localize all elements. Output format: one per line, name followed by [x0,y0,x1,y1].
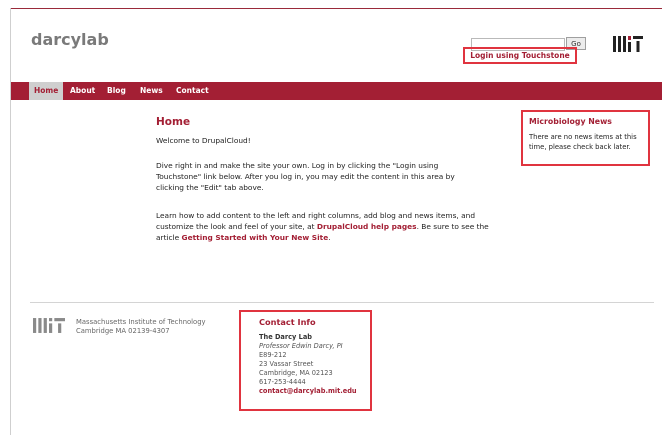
contact-email-link[interactable]: contact@darcylab.mit.edu [259,387,370,396]
help-pages-link[interactable]: DrupalCloud help pages [317,222,417,231]
intro-line: Touchstone" link below. After you log in… [156,172,455,181]
contact-pi: Professor Edwin Darcy, PI [259,342,343,350]
news-line: There are no news items at this [529,133,637,141]
intro-line: clicking the "Edit" tab above. [156,183,264,192]
microbiology-news-block: Microbiology News There are no news item… [521,110,650,166]
news-line: time, please check back later. [529,143,631,151]
mit-logo-icon[interactable] [613,36,643,52]
help-line-text: customize the look and feel of your site… [156,222,315,231]
contact-street: 23 Vassar Street [259,360,314,368]
help-line: article Getting Started with Your New Si… [156,232,506,243]
contact-city: Cambridge, MA 02123 [259,369,333,377]
page-title: Home [156,116,191,128]
contact-info-block: Contact Info The Darcy Lab Professor Edw… [239,310,372,411]
footer-mit-logo-icon [33,318,65,333]
contact-lab-name: The Darcy Lab [259,333,313,341]
intro-paragraph: Dive right in and make the site your own… [156,160,506,193]
help-paragraph: Learn how to add content to the left and… [156,210,506,243]
welcome-text: Welcome to DrupalCloud! [156,136,251,145]
article-prefix: article [156,233,180,242]
nav-item-news[interactable]: News [140,82,163,100]
login-highlight-box: Login using Touchstone [463,47,577,64]
address-line: Cambridge MA 02139-4307 [76,327,170,335]
intro-line: Dive right in and make the site your own… [156,161,439,170]
help-line: Learn how to add content to the left and… [156,211,476,220]
nav-item-blog[interactable]: Blog [107,82,126,100]
page: darcylab Go Login using Touchstone Home … [0,0,662,435]
address-line: Massachusetts Institute of Technology [76,318,206,326]
site-name[interactable]: darcylab [31,30,109,49]
news-empty-message: There are no news items at this time, pl… [529,132,642,152]
contact-phone: 617-253-4444 [259,378,306,386]
contact-info-title: Contact Info [259,317,316,327]
article-period: . [328,233,331,242]
help-line-tail: . Be sure to see the [416,222,489,231]
login-touchstone-link[interactable]: Login using Touchstone [470,51,570,60]
contact-room: E89-212 [259,351,287,359]
footer-divider [30,302,654,303]
nav-item-contact[interactable]: Contact [176,82,209,100]
main-nav: Home About Blog News Contact [11,82,662,100]
left-border [10,8,11,435]
nav-item-home[interactable]: Home [29,82,64,100]
help-line: customize the look and feel of your site… [156,221,506,232]
nav-item-about[interactable]: About [70,82,95,100]
news-block-title: Microbiology News [529,117,612,126]
footer-address: Massachusetts Institute of Technology Ca… [76,318,206,336]
getting-started-link[interactable]: Getting Started with Your New Site [182,233,329,242]
top-border [10,8,662,9]
